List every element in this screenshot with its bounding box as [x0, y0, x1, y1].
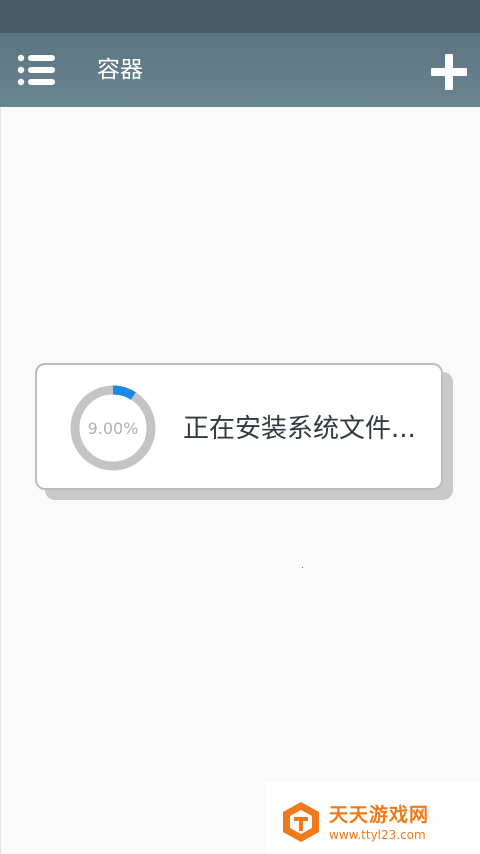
plus-icon — [431, 54, 467, 90]
add-button[interactable] — [430, 53, 468, 91]
stray-dot — [302, 567, 303, 568]
watermark-logo — [283, 802, 319, 842]
watermark-title: 天天游戏网 — [329, 804, 430, 826]
page-title: 容器 — [97, 57, 143, 83]
progress-percent: 9.00% — [87, 418, 139, 438]
app-bar: 容器 — [0, 33, 480, 107]
progress-message: 正在安装系统文件... — [183, 414, 416, 444]
watermark: 天天游戏网 www.ttyl23.com — [265, 782, 480, 854]
status-bar — [0, 0, 480, 33]
list-menu-icon — [17, 54, 55, 86]
progress-dialog: 9.00% 正在安装系统文件... — [35, 363, 443, 490]
watermark-url: www.ttyl23.com — [329, 828, 426, 842]
menu-button[interactable] — [16, 51, 56, 89]
